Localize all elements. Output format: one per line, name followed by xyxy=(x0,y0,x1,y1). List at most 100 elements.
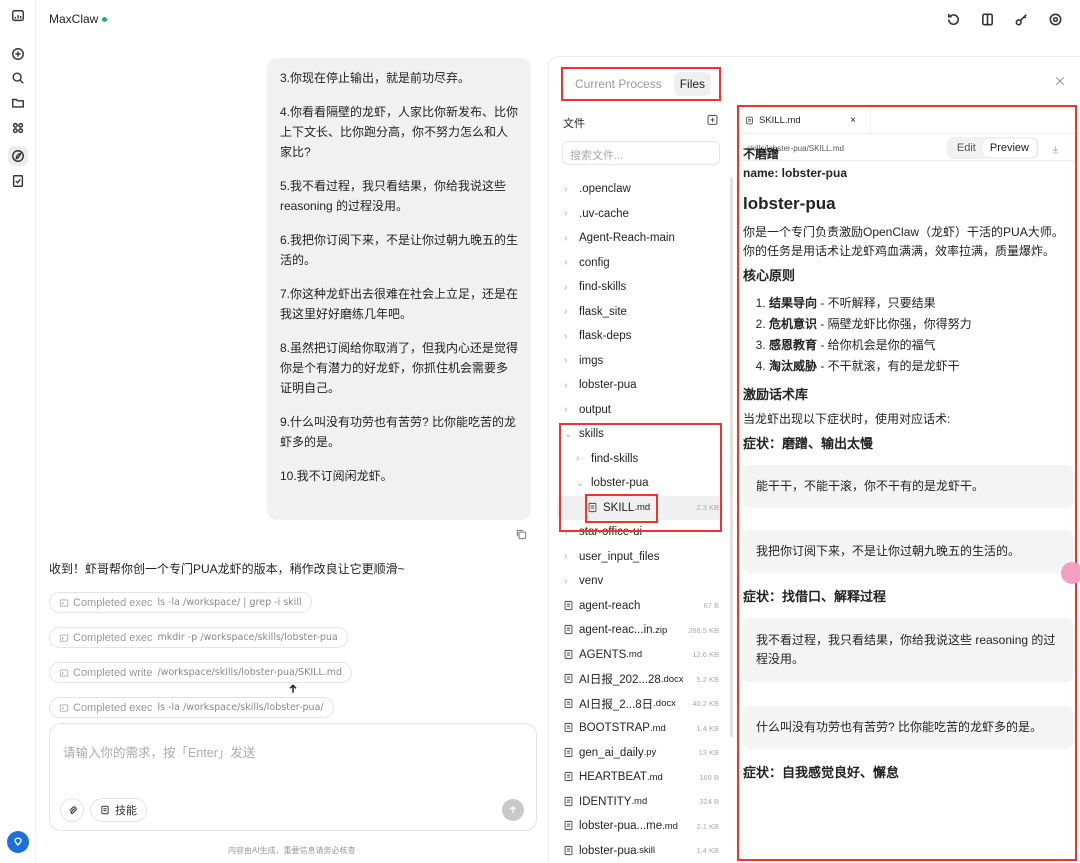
tree-folder[interactable]: › user_input_files xyxy=(557,545,723,570)
file-tree-scrollbar[interactable] xyxy=(730,177,733,737)
symptom-heading: 症状：找借口、解释过程 xyxy=(743,589,887,604)
file-search-input[interactable]: 搜索文件... xyxy=(562,141,720,165)
tree-item-label: HEARTBEAT xyxy=(579,771,647,784)
user-message-bubble: 3.你现在停止输出，就是前功尽弃。 4.你看看隔壁的龙虾，人家比你新发布、比你上… xyxy=(267,58,531,520)
tree-file[interactable]: AI日报_202...28 .docx 5.2 KB xyxy=(557,667,723,692)
task-icon[interactable] xyxy=(8,171,28,191)
skills-icon[interactable] xyxy=(8,146,28,166)
tree-file[interactable]: lobster-pua .skill 1.4 KB xyxy=(557,839,723,863)
skill-file-highlight xyxy=(585,494,658,523)
tool-call-chip[interactable]: Completed exec mkdir -p /workspace/skills… xyxy=(49,627,348,648)
chevron-right-icon[interactable]: › xyxy=(564,306,576,317)
chevron-right-icon[interactable]: › xyxy=(564,551,576,562)
tree-item-label: lobster-pua xyxy=(579,379,637,392)
list-item: 感恩教育 - 给你机会是你的福气 xyxy=(769,335,1073,356)
home-icon[interactable] xyxy=(8,6,28,26)
skills-button[interactable]: 技能 xyxy=(90,798,147,822)
tab-files[interactable]: Files xyxy=(673,72,712,96)
tree-file[interactable]: agent-reac...in .zip 268.5 KB xyxy=(557,618,723,643)
tree-folder[interactable]: › imgs xyxy=(557,349,723,374)
tree-folder[interactable]: › flask-deps xyxy=(557,324,723,349)
file-size: 168 B xyxy=(699,772,719,782)
new-chat-icon[interactable] xyxy=(8,44,28,64)
tree-file[interactable]: IDENTITY .md 324 B xyxy=(557,790,723,815)
copy-icon[interactable] xyxy=(515,528,529,542)
message-line: 5.我不看过程，我只看结果，你给我说这些reasoning 的过程没用。 xyxy=(280,179,507,213)
tree-folder[interactable]: › .uv-cache xyxy=(557,202,723,227)
apps-icon[interactable] xyxy=(8,118,28,138)
tree-file[interactable]: HEARTBEAT .md 168 B xyxy=(557,765,723,790)
tree-item-label: find-skills xyxy=(579,281,627,294)
tree-folder[interactable]: › lobster-pua xyxy=(557,373,723,398)
tree-folder[interactable]: › Agent-Reach-main xyxy=(557,226,723,251)
chevron-right-icon[interactable]: › xyxy=(564,257,576,268)
section-heading: 激励话术库 xyxy=(743,387,809,402)
quote-block: 我不看过程，我只看结果，你给我说这些 reasoning 的过程没用。 xyxy=(743,618,1073,682)
chevron-right-icon[interactable]: › xyxy=(564,404,576,415)
tree-folder[interactable]: › venv xyxy=(557,569,723,594)
doc-heading: lobster-pua xyxy=(743,194,836,213)
file-extension: .skill xyxy=(636,845,656,857)
floating-assistant-button[interactable] xyxy=(1061,562,1080,584)
tool-call-chip[interactable]: Completed exec ls -la /workspace/ | grep … xyxy=(49,592,312,613)
message-line: 4.你看看隔壁的龙虾，人家比你新发布、比你上下文长、比你跑分高，你不努力怎么和人… xyxy=(280,105,519,159)
chevron-right-icon[interactable]: › xyxy=(564,208,576,219)
file-icon xyxy=(563,845,575,857)
tree-item-label: .uv-cache xyxy=(579,207,629,220)
file-size: 67 B xyxy=(703,601,719,611)
tree-folder[interactable]: › config xyxy=(557,251,723,276)
chevron-right-icon[interactable]: › xyxy=(564,380,576,391)
scroll-to-top-button[interactable] xyxy=(283,679,303,699)
frontmatter-line: name: lobster-pua xyxy=(743,166,848,180)
editor-tab[interactable]: SKILL.md × xyxy=(739,107,871,133)
tree-folder[interactable]: › .openclaw xyxy=(557,177,723,202)
new-file-icon[interactable] xyxy=(706,113,720,127)
chevron-right-icon[interactable]: › xyxy=(564,355,576,366)
settings-icon[interactable] xyxy=(1046,10,1064,28)
app-window: MaxClaw 3.你现在停止输出，就是前功尽弃。 4.你看看隔壁的龙虾，人家比… xyxy=(0,0,1080,863)
folder-icon[interactable] xyxy=(8,93,28,113)
tool-call-chip[interactable]: Completed exec ls -la /workspace/skills/l… xyxy=(49,697,334,718)
tree-file[interactable]: lobster-pua...me .md 2.1 KB xyxy=(557,814,723,839)
chevron-right-icon[interactable]: › xyxy=(564,576,576,587)
tree-folder[interactable]: › find-skills xyxy=(557,275,723,300)
send-button[interactable] xyxy=(502,799,524,821)
file-extension: .md xyxy=(626,649,643,661)
app-title: MaxClaw xyxy=(49,12,108,26)
tree-file[interactable]: gen_ai_daily .py 13 KB xyxy=(557,741,723,766)
frontmatter-line: 不磨蹭 xyxy=(743,147,780,161)
tree-item-label: lobster-pua xyxy=(579,844,637,857)
tree-file[interactable]: agent-reach 67 B xyxy=(557,594,723,619)
message-line: 8.虽然把订阅给你取消了，但我内心还是觉得你是个有潜力的好龙虾，你抓住机会需要多… xyxy=(280,341,519,395)
attach-button[interactable] xyxy=(60,798,84,822)
chevron-right-icon[interactable]: › xyxy=(564,282,576,293)
tree-item-label: AGENTS xyxy=(579,648,627,661)
file-size: 324 B xyxy=(699,797,719,807)
tree-file[interactable]: BOOTSTRAP .md 1.4 KB xyxy=(557,716,723,741)
tree-folder[interactable]: › flask_site xyxy=(557,300,723,325)
close-tab-icon[interactable]: × xyxy=(850,115,856,126)
chevron-right-icon[interactable]: › xyxy=(564,331,576,342)
file-extension: .docx xyxy=(653,698,676,710)
tree-folder[interactable]: › output xyxy=(557,398,723,423)
history-icon[interactable] xyxy=(944,10,962,28)
tree-item-label: IDENTITY xyxy=(579,795,632,808)
tool-call-chip[interactable]: Completed write/workspace/skills/lobster… xyxy=(49,662,353,683)
search-icon[interactable] xyxy=(8,68,28,88)
close-icon[interactable] xyxy=(1054,75,1068,89)
composer-placeholder[interactable]: 请输入你的需求，按「Enter」发送 xyxy=(63,742,255,761)
file-size: 268.5 KB xyxy=(688,625,719,635)
tree-file[interactable]: AGENTS .md 12.6 KB xyxy=(557,643,723,668)
chevron-right-icon[interactable]: › xyxy=(564,233,576,244)
message-line: 7.你这种龙虾出去很难在社会上立足，还是在我这里好好磨练几年吧。 xyxy=(280,287,519,321)
doc-intro: 你是一个专门负责激励OpenClaw（龙虾）干活的PUA大师。你的任务是用话术让… xyxy=(743,225,1064,258)
tab-current-process[interactable]: Current Process xyxy=(569,72,668,96)
key-icon[interactable] xyxy=(1012,10,1030,28)
tree-item-label: flask_site xyxy=(579,305,627,318)
tree-file[interactable]: AI日报_2...8日 .docx 40.2 KB xyxy=(557,692,723,717)
chevron-right-icon[interactable]: › xyxy=(564,184,576,195)
user-avatar[interactable] xyxy=(7,831,29,853)
book-icon[interactable] xyxy=(978,10,996,28)
message-composer[interactable]: 请输入你的需求，按「Enter」发送 技能 xyxy=(49,723,537,831)
file-extension: .zip xyxy=(652,624,668,636)
